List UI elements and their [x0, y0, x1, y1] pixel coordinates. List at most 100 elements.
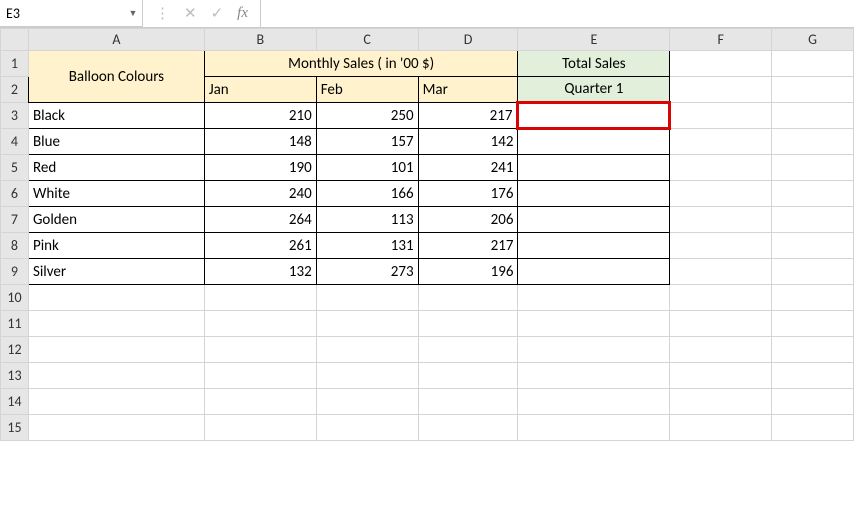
row-hdr-4[interactable]: 4 [1, 129, 29, 155]
cell-E14[interactable] [518, 389, 670, 415]
row-hdr-5[interactable]: 5 [1, 155, 29, 181]
cell-F6[interactable] [670, 181, 772, 207]
cell-G12[interactable] [772, 337, 854, 363]
cell-B13[interactable] [204, 363, 316, 389]
row-hdr-10[interactable]: 10 [1, 285, 29, 311]
col-B[interactable]: B [204, 29, 316, 51]
cell-F8[interactable] [670, 233, 772, 259]
cell-G8[interactable] [772, 233, 854, 259]
cell-B4[interactable]: 148 [204, 129, 316, 155]
cell-A10[interactable] [28, 285, 204, 311]
cell-C8[interactable]: 131 [316, 233, 418, 259]
spreadsheet-grid[interactable]: A B C D E F G 1 Balloon Colours Monthly … [0, 28, 854, 441]
cell-C4[interactable]: 157 [316, 129, 418, 155]
row-hdr-11[interactable]: 11 [1, 311, 29, 337]
cell-C6[interactable]: 166 [316, 181, 418, 207]
cell-C12[interactable] [316, 337, 418, 363]
cell-A4[interactable]: Blue [28, 129, 204, 155]
cell-E11[interactable] [518, 311, 670, 337]
cell-C9[interactable]: 273 [316, 259, 418, 285]
vertical-dots-icon[interactable]: ⋮ [155, 4, 170, 23]
cell-G2[interactable] [772, 77, 854, 103]
cell-F5[interactable] [670, 155, 772, 181]
enter-icon[interactable]: ✓ [211, 4, 224, 23]
cell-E10[interactable] [518, 285, 670, 311]
col-C[interactable]: C [316, 29, 418, 51]
cell-B9[interactable]: 132 [204, 259, 316, 285]
cell-D9[interactable]: 196 [418, 259, 518, 285]
cell-G13[interactable] [772, 363, 854, 389]
fx-icon[interactable]: fx [237, 5, 248, 22]
cell-G15[interactable] [772, 415, 854, 441]
cell-C14[interactable] [316, 389, 418, 415]
row-hdr-2[interactable]: 2 [1, 77, 29, 103]
row-hdr-3[interactable]: 3 [1, 103, 29, 129]
cell-D14[interactable] [418, 389, 518, 415]
row-hdr-7[interactable]: 7 [1, 207, 29, 233]
cell-D7[interactable]: 206 [418, 207, 518, 233]
cell-F7[interactable] [670, 207, 772, 233]
cell-D2[interactable]: Mar [418, 77, 518, 103]
cell-G14[interactable] [772, 389, 854, 415]
cell-B8[interactable]: 261 [204, 233, 316, 259]
col-E[interactable]: E [518, 29, 670, 51]
cell-C10[interactable] [316, 285, 418, 311]
cell-D8[interactable]: 217 [418, 233, 518, 259]
cell-D11[interactable] [418, 311, 518, 337]
cell-F1[interactable] [670, 51, 772, 77]
cell-G10[interactable] [772, 285, 854, 311]
cell-B10[interactable] [204, 285, 316, 311]
cell-A11[interactable] [28, 311, 204, 337]
cell-F13[interactable] [670, 363, 772, 389]
col-F[interactable]: F [670, 29, 772, 51]
cell-F4[interactable] [670, 129, 772, 155]
row-hdr-12[interactable]: 12 [1, 337, 29, 363]
cell-D6[interactable]: 176 [418, 181, 518, 207]
cell-F14[interactable] [670, 389, 772, 415]
cell-A7[interactable]: Golden [28, 207, 204, 233]
cell-B1[interactable]: Monthly Sales ( in '00 $) [204, 51, 518, 77]
cell-B14[interactable] [204, 389, 316, 415]
cell-G9[interactable] [772, 259, 854, 285]
cell-F2[interactable] [670, 77, 772, 103]
cell-D3[interactable]: 217 [418, 103, 518, 129]
cell-E4[interactable] [518, 129, 670, 155]
row-hdr-1[interactable]: 1 [1, 51, 29, 77]
cell-C3[interactable]: 250 [316, 103, 418, 129]
cell-F10[interactable] [670, 285, 772, 311]
cell-C15[interactable] [316, 415, 418, 441]
row-hdr-15[interactable]: 15 [1, 415, 29, 441]
cell-A3[interactable]: Black [28, 103, 204, 129]
cell-A12[interactable] [28, 337, 204, 363]
cell-D10[interactable] [418, 285, 518, 311]
cell-D5[interactable]: 241 [418, 155, 518, 181]
cell-C13[interactable] [316, 363, 418, 389]
cell-D4[interactable]: 142 [418, 129, 518, 155]
cell-B5[interactable]: 190 [204, 155, 316, 181]
cell-C2[interactable]: Feb [316, 77, 418, 103]
cell-C5[interactable]: 101 [316, 155, 418, 181]
cell-B3[interactable]: 210 [204, 103, 316, 129]
cell-E13[interactable] [518, 363, 670, 389]
cell-F9[interactable] [670, 259, 772, 285]
cell-E1[interactable]: Total Sales [518, 51, 670, 77]
cell-B12[interactable] [204, 337, 316, 363]
cell-G5[interactable] [772, 155, 854, 181]
cell-B2[interactable]: Jan [204, 77, 316, 103]
row-hdr-13[interactable]: 13 [1, 363, 29, 389]
col-G[interactable]: G [772, 29, 854, 51]
cell-E12[interactable] [518, 337, 670, 363]
col-A[interactable]: A [28, 29, 204, 51]
cell-F11[interactable] [670, 311, 772, 337]
cell-G1[interactable] [772, 51, 854, 77]
name-box[interactable]: E3 ▼ [0, 0, 143, 27]
cell-D13[interactable] [418, 363, 518, 389]
cell-B7[interactable]: 264 [204, 207, 316, 233]
cell-G3[interactable] [772, 103, 854, 129]
cell-B6[interactable]: 240 [204, 181, 316, 207]
cell-E15[interactable] [518, 415, 670, 441]
cell-E7[interactable] [518, 207, 670, 233]
cell-A8[interactable]: Pink [28, 233, 204, 259]
row-hdr-8[interactable]: 8 [1, 233, 29, 259]
cell-E3[interactable] [518, 103, 670, 129]
